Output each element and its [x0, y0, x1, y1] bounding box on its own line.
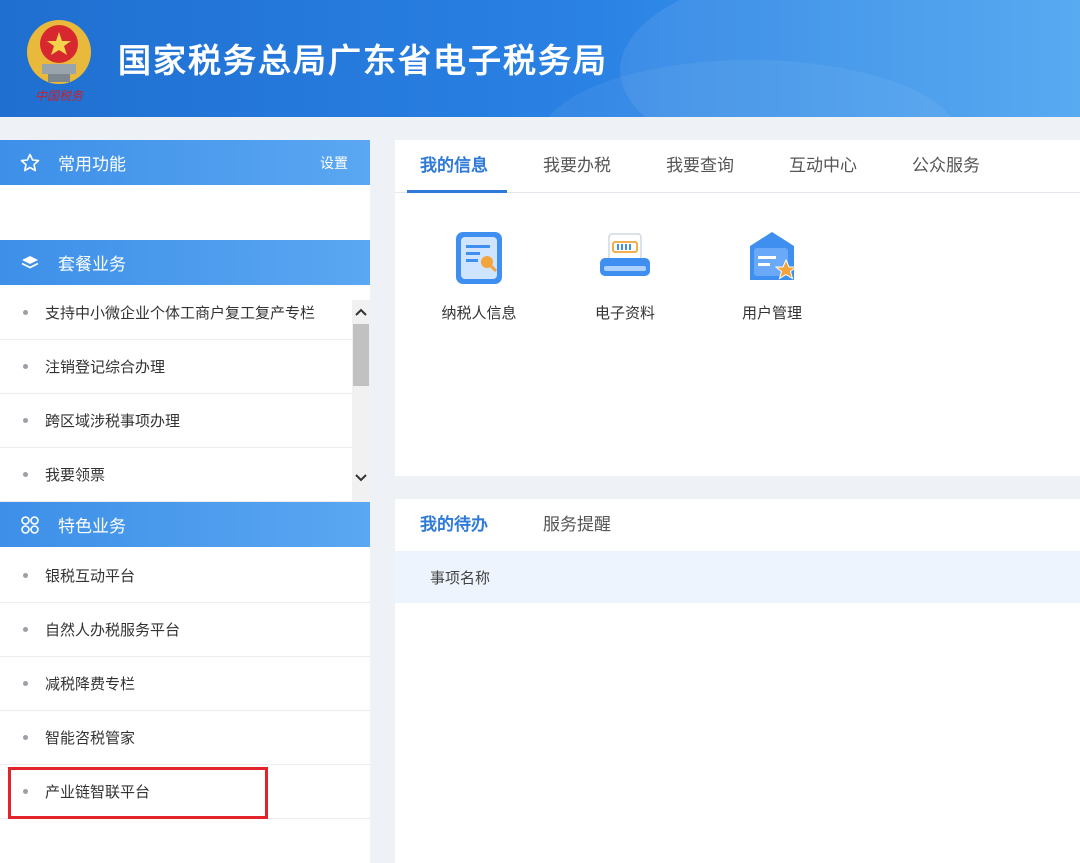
tab-tax-handling[interactable]: 我要办税 — [543, 140, 611, 193]
site-title: 国家税务总局广东省电子税务局 — [118, 41, 608, 80]
tab-my-info[interactable]: 我的信息 — [420, 140, 488, 193]
section-package-business: 套餐业务 — [0, 240, 370, 285]
bullet-icon — [23, 418, 28, 423]
tab-query[interactable]: 我要查询 — [666, 140, 734, 193]
sidebar-item-natural-person[interactable]: 自然人办税服务平台 — [0, 603, 370, 657]
sidebar-item-smart-advisor[interactable]: 智能咨税管家 — [0, 711, 370, 765]
bullet-icon — [23, 472, 28, 477]
sidebar-item-label: 跨区域涉税事项办理 — [45, 412, 181, 430]
section-title: 套餐业务 — [58, 255, 126, 275]
sidebar-item-smb-support[interactable]: 支持中小微企业个体工商户复工复产专栏 — [0, 286, 352, 340]
bullet-icon — [23, 627, 28, 632]
sidebar-item-label: 注销登记综合办理 — [45, 358, 166, 376]
bullet-icon — [23, 310, 28, 315]
section-featured-business: 特色业务 — [0, 502, 370, 547]
emblem-text: 中国税务 — [35, 89, 84, 103]
sidebar-item-deregistration[interactable]: 注销登记综合办理 — [0, 340, 352, 394]
bullet-icon — [23, 681, 28, 686]
tax-emblem-logo: 中国税务 — [18, 10, 100, 106]
tab-service-reminder[interactable]: 服务提醒 — [543, 499, 611, 551]
todo-panel: 我的待办 服务提醒 事项名称 — [395, 499, 1080, 863]
sidebar-item-tax-reduction[interactable]: 减税降费专栏 — [0, 657, 370, 711]
section-common-functions: 常用功能 设置 — [0, 140, 370, 185]
service-electronic-data[interactable]: 电子资料 — [570, 228, 680, 323]
sidebar-item-label: 减税降费专栏 — [45, 675, 136, 693]
printer-barcode-icon — [595, 228, 655, 288]
service-taxpayer-info[interactable]: 纳税人信息 — [424, 228, 534, 323]
chevron-up-icon[interactable] — [352, 300, 370, 324]
site-header: 中国税务 国家税务总局广东省电子税务局 — [0, 0, 1080, 117]
active-tab-indicator — [407, 190, 507, 193]
section-title: 常用功能 — [58, 155, 126, 175]
bullet-icon — [23, 364, 28, 369]
settings-link[interactable]: 设置 — [320, 153, 348, 173]
sidebar-item-label: 自然人办税服务平台 — [45, 621, 181, 639]
sidebar-item-get-invoice[interactable]: 我要领票 — [0, 448, 352, 502]
sidebar-item-bank-tax[interactable]: 银税互动平台 — [0, 549, 370, 603]
user-star-icon — [742, 228, 802, 288]
main-tabs: 我的信息 我要办税 我要查询 互动中心 公众服务 — [395, 140, 1080, 193]
service-label: 用户管理 — [741, 304, 802, 322]
todo-table-header: 事项名称 — [395, 551, 1080, 603]
column-header-item-name: 事项名称 — [430, 568, 491, 587]
tab-interaction-center[interactable]: 互动中心 — [789, 140, 857, 193]
my-info-panel: 我的信息 我要办税 我要查询 互动中心 公众服务 纳税人信息 电子资料 用户管理 — [395, 140, 1080, 476]
tab-my-todo[interactable]: 我的待办 — [420, 499, 488, 551]
sidebar-item-label: 银税互动平台 — [45, 567, 136, 585]
grid-icon — [19, 514, 41, 536]
highlight-annotation-box — [8, 767, 268, 819]
star-outline-icon — [19, 152, 41, 174]
sidebar-item-cross-region[interactable]: 跨区域涉税事项办理 — [0, 394, 352, 448]
service-user-management[interactable]: 用户管理 — [717, 228, 827, 323]
todo-tabs: 我的待办 服务提醒 — [395, 499, 1080, 551]
sidebar-item-label: 智能咨税管家 — [45, 729, 136, 747]
bullet-icon — [23, 573, 28, 578]
service-label: 电子资料 — [594, 304, 655, 322]
section-title: 特色业务 — [58, 517, 126, 537]
document-search-icon — [449, 228, 509, 288]
package-list-scrollbar[interactable] — [352, 300, 370, 502]
bullet-icon — [23, 735, 28, 740]
scrollbar-thumb[interactable] — [353, 324, 369, 386]
sidebar-item-label: 我要领票 — [45, 466, 106, 484]
chevron-down-icon[interactable] — [352, 466, 370, 490]
layers-icon — [19, 252, 41, 274]
service-label: 纳税人信息 — [441, 304, 517, 322]
sidebar-item-label: 支持中小微企业个体工商户复工复产专栏 — [45, 304, 316, 322]
tab-public-service[interactable]: 公众服务 — [912, 140, 980, 193]
